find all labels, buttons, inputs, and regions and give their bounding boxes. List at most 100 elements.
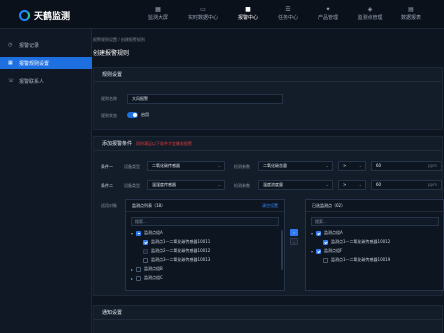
condition-1-value-input[interactable]: 60 ppm <box>371 161 442 171</box>
app-logo[interactable]: 天鹤监测 <box>19 9 71 22</box>
move-right-button[interactable]: › <box>290 229 298 236</box>
source-tree-node[interactable]: ▾ 监测点组A <box>131 229 163 237</box>
source-tree-node[interactable]: 监测点1—二氧化碳传感器10011 <box>138 238 210 246</box>
device-type-label: 设备类型 <box>124 164 140 169</box>
chevron-down-icon: ⌄ <box>358 163 362 168</box>
notification-settings-title: 通知设置 <box>94 306 442 320</box>
checkbox[interactable] <box>316 248 321 254</box>
toggle-knob <box>133 113 137 117</box>
sidebar-item-label: 报警联系人 <box>19 78 45 85</box>
target-tree-node[interactable]: 监测点1—二氧化碳传感器10019 <box>318 256 390 264</box>
target-tree-node[interactable]: ▾ 监测点组A <box>311 229 343 237</box>
tree-node-label: 监测点组A <box>144 230 163 235</box>
source-list-title: 监测点列表（18） <box>132 203 166 208</box>
rule-name-label: 规则名称 <box>101 96 117 101</box>
checkbox[interactable] <box>323 239 328 245</box>
task-icon: ☰ <box>285 6 291 13</box>
contact-icon: ☏ <box>8 78 15 84</box>
clock-icon: ◷ <box>8 42 13 48</box>
rule-status-toggle[interactable] <box>127 112 138 118</box>
app-name: 天鹤监测 <box>34 11 71 22</box>
tree-node-label: 监测点1—二氧化碳传感器10019 <box>331 257 391 262</box>
nav-item-alarm-center[interactable]: ■ 报警中心 <box>228 5 268 25</box>
nav-item-label: 产品管理 <box>317 15 338 21</box>
tree-node-label: 监测点组A <box>324 230 343 235</box>
condition-1-operator-select[interactable]: > ⌄ <box>338 161 366 171</box>
tree-node-label: 监测点1—二氧化碳传感器10011 <box>151 239 211 244</box>
device-type-label: 设备类型 <box>124 183 140 188</box>
nav-item-label: 任务中心 <box>277 15 298 21</box>
condition-1-param-select[interactable]: 二氧化碳含量 ⌄ <box>258 161 333 171</box>
checkbox[interactable] <box>136 230 141 236</box>
param-label: 检测参数 <box>234 164 250 169</box>
target-tree-node[interactable]: ▾ 监测点组F <box>311 247 342 255</box>
report-icon: ▤ <box>408 6 414 13</box>
nav-item-label: 监测点管理 <box>357 15 383 21</box>
sidebar-item-alarm-records[interactable]: ◷ 报警记录 <box>0 39 92 51</box>
source-tree-node[interactable]: ▸ 监测点组C <box>131 274 163 282</box>
condition-2-label: 条件二 <box>101 183 113 188</box>
unit-label: ppm <box>428 182 437 187</box>
nav-item-product-management[interactable]: ✦ 产品管理 <box>308 5 348 25</box>
source-tree-node[interactable]: 监测点2—二氧化碳传感器10012 <box>138 247 210 255</box>
sidebar-item-alarm-rule-settings[interactable]: ▦ 报警规则设置 <box>0 57 92 69</box>
checkbox[interactable] <box>136 275 141 281</box>
alarm-conditions-title: 添加报警条件 同时满足以下条件才会触发报警 <box>94 137 442 151</box>
chevron-down-icon: ⌄ <box>325 163 329 168</box>
source-scrollbar[interactable] <box>281 230 283 270</box>
select-value: > <box>343 182 347 187</box>
nav-item-label: 实时数据中心 <box>187 15 218 21</box>
checkbox[interactable] <box>143 257 148 263</box>
logo-icon <box>19 9 30 21</box>
target-list-title: 已选监测点（02） <box>312 203 346 208</box>
nav-item-dashboard[interactable]: ▦ 监测大屏 <box>138 5 178 25</box>
source-search-input[interactable]: 搜索... <box>131 217 279 226</box>
nav-item-label: 数据报表 <box>400 15 421 21</box>
applicable-objects-label: 适用对象 <box>101 203 117 208</box>
select-value: 温湿度传感器 <box>152 182 176 187</box>
chevron-down-icon: ⌄ <box>358 182 362 187</box>
nav-item-task-center[interactable]: ☰ 任务中心 <box>268 5 308 25</box>
source-tree-node[interactable]: 监测点3—二氧化碳传感器10013 <box>138 256 210 264</box>
product-icon: ✦ <box>325 6 331 13</box>
nav-item-label: 监测大屏 <box>147 15 168 21</box>
rule-status-label: 规则状态 <box>101 113 117 118</box>
source-tree-node[interactable]: ▸ 监测点组B <box>131 265 163 273</box>
page-title: 创建报警规则 <box>93 50 130 57</box>
top-navigation-bar: 天鹤监测 ▦ 监测大屏 ▭ 实时数据中心 ■ 报警中心 ☰ 任务中心 ✦ 产品管理 ◈ 监测… <box>0 0 444 29</box>
target-search-input[interactable]: 搜索... <box>311 217 439 226</box>
rule-name-input[interactable]: 大风报警 <box>127 94 283 104</box>
target-tree-node[interactable]: 监测点1—二氧化碳传感器10012 <box>318 238 390 246</box>
condition-2-device-select[interactable]: 温湿度传感器 ⌄ <box>147 180 225 190</box>
chevron-down-icon: ⌄ <box>217 163 221 168</box>
condition-2-operator-select[interactable]: > ⌄ <box>338 180 366 190</box>
chevron-down-icon: ⌄ <box>217 182 221 187</box>
clear-settings-link[interactable]: 清空设置 <box>262 200 278 212</box>
param-label: 检测参数 <box>234 183 250 188</box>
nav-item-realtime-data[interactable]: ▭ 实时数据中心 <box>183 5 223 25</box>
target-list-header: 已选监测点（02） <box>306 200 443 212</box>
tree-node-label: 监测点1—二氧化碳传感器10012 <box>331 239 391 244</box>
input-value: 60 <box>376 182 382 187</box>
condition-1-device-select[interactable]: 二氧化碳传感器 ⌄ <box>147 161 225 171</box>
condition-2-value-input[interactable]: 60 ppm <box>371 180 442 190</box>
rule-status-value: 启用 <box>141 112 149 117</box>
sidebar-item-label: 报警记录 <box>19 42 40 49</box>
checkbox[interactable] <box>323 257 328 263</box>
dashboard-icon: ▦ <box>155 6 161 13</box>
checkbox <box>143 248 148 254</box>
move-left-button[interactable]: ‹ <box>290 238 298 245</box>
tree-node-label: 监测点3—二氧化碳传感器10013 <box>151 257 211 262</box>
nav-item-monitor-point-management[interactable]: ◈ 监测点管理 <box>350 5 390 25</box>
source-list-header: 监测点列表（18） 清空设置 <box>126 200 284 212</box>
nav-item-label: 报警中心 <box>237 15 258 21</box>
checkbox[interactable] <box>136 266 141 272</box>
sidebar-item-alarm-contacts[interactable]: ☏ 报警联系人 <box>0 75 92 87</box>
conditions-hint: 同时满足以下条件才会触发报警 <box>136 141 193 146</box>
condition-2-param-select[interactable]: 温度浓度量 ⌄ <box>258 180 333 190</box>
checkbox[interactable] <box>316 230 321 236</box>
checkbox[interactable] <box>143 239 148 245</box>
chevron-down-icon: ⌄ <box>325 182 329 187</box>
nav-item-data-report[interactable]: ▤ 数据报表 <box>391 5 431 25</box>
breadcrumb[interactable]: 报警规则设置 / 创建报警规则 <box>93 37 145 43</box>
